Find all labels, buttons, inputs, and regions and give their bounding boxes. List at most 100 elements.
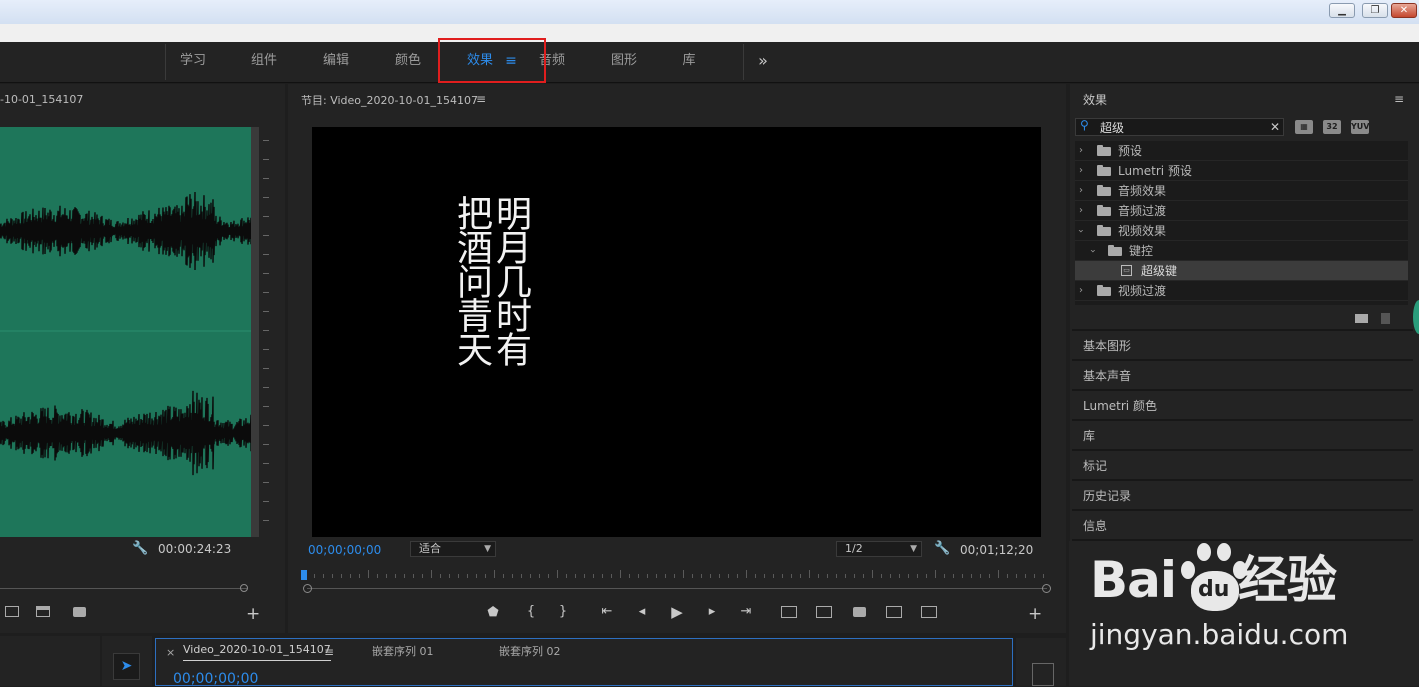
effects-search-input[interactable]	[1100, 119, 1265, 135]
playhead[interactable]	[301, 570, 307, 580]
camera-icon[interactable]	[73, 607, 86, 617]
delete-icon[interactable]	[1381, 313, 1390, 324]
ruler-tick	[1016, 574, 1017, 578]
add-button[interactable]: +	[246, 604, 260, 624]
new-bin-icon[interactable]	[1355, 314, 1368, 323]
waveform-scrollbar[interactable]	[251, 127, 259, 537]
yuv-effects-icon[interactable]: YUV	[1351, 120, 1369, 134]
program-settings-icon[interactable]: 🔧	[934, 541, 950, 556]
ruler-tick	[656, 574, 657, 578]
tree-item-audio-transitions[interactable]: › 音频过渡	[1075, 201, 1408, 221]
workspace-overflow-icon[interactable]: »	[753, 42, 773, 82]
program-zoom-track[interactable]	[307, 588, 1047, 589]
video-preview[interactable]	[312, 127, 1041, 537]
section-lumetri-color[interactable]: Lumetri 颜色	[1072, 389, 1413, 419]
workspace-tab-graphics[interactable]: 图形	[596, 42, 652, 82]
timeline-timecode[interactable]: 00;00;00;00	[173, 671, 258, 687]
program-menu-icon[interactable]: ≡	[476, 92, 486, 106]
workspace-tab-learn[interactable]: 学习	[165, 42, 221, 82]
ruler-tick	[755, 574, 756, 578]
add-marker-icon[interactable]: ⬟	[484, 605, 502, 620]
play-icon[interactable]: ▶	[668, 603, 686, 621]
ruler-tick	[485, 574, 486, 578]
mark-out-icon[interactable]: }	[554, 604, 572, 619]
side-handle[interactable]	[1413, 300, 1419, 334]
ruler-tick	[638, 574, 639, 578]
comparison-view-icon[interactable]	[886, 606, 902, 618]
program-zoom-handle-left[interactable]	[303, 584, 312, 593]
tree-item-lumetri-presets[interactable]: › Lumetri 预设	[1075, 161, 1408, 181]
tree-item-video-transitions[interactable]: › 视频过渡	[1075, 281, 1408, 301]
meter-tick	[263, 159, 269, 160]
lift-icon[interactable]	[781, 606, 797, 618]
timeline-tab-nested-02[interactable]: 嵌套序列 02	[499, 643, 561, 659]
ruler-tick	[341, 574, 342, 578]
mark-in-icon[interactable]: {	[522, 604, 540, 619]
clear-search-icon[interactable]: ✕	[1270, 120, 1280, 134]
ruler-tick	[800, 574, 801, 578]
timeline-tab-nested-01[interactable]: 嵌套序列 01	[372, 643, 434, 659]
resolution-dropdown[interactable]: 1/2 ▼	[836, 541, 922, 557]
section-essential-sound[interactable]: 基本声音	[1072, 359, 1413, 389]
program-current-timecode[interactable]: 00;00;00;00	[308, 543, 381, 557]
ruler-tick	[692, 574, 693, 578]
tree-item-video-effects[interactable]: › 视频效果	[1075, 221, 1408, 241]
meter-tick	[263, 463, 269, 464]
timeline-tab-video[interactable]: Video_2020-10-01_154107	[183, 643, 331, 661]
export-frame-icon[interactable]	[36, 606, 50, 617]
meter-tick	[263, 235, 269, 236]
effects-menu-icon[interactable]: ≡	[1394, 92, 1404, 106]
meter-tick	[263, 178, 269, 179]
accelerated-effects-icon[interactable]: ▦	[1295, 120, 1313, 134]
source-settings-icon[interactable]: 🔧	[132, 541, 148, 556]
close-window-button[interactable]: ✕	[1391, 3, 1417, 18]
meter-tick	[263, 501, 269, 502]
step-back-icon[interactable]: ◂	[633, 604, 651, 619]
chevron-down-icon: ›	[1075, 229, 1086, 233]
source-scrubber-track[interactable]	[0, 588, 247, 589]
workspace-tab-color[interactable]: 颜色	[380, 42, 436, 82]
selection-tool-icon[interactable]: ➤	[113, 653, 140, 680]
workspace-tab-editing[interactable]: 编辑	[308, 42, 364, 82]
share-icon[interactable]	[921, 606, 937, 618]
ruler-tick	[827, 574, 828, 578]
audio-waveform[interactable]	[0, 127, 251, 537]
meter-tick	[263, 368, 269, 369]
tree-item-audio-effects[interactable]: › 音频效果	[1075, 181, 1408, 201]
program-time-ruler[interactable]	[305, 570, 1047, 582]
fit-dropdown[interactable]: 适合 ▼	[410, 541, 496, 557]
go-to-in-icon[interactable]: ⇤	[598, 604, 616, 619]
insert-icon[interactable]	[5, 606, 19, 617]
timeline-tab-close-icon[interactable]: ×	[166, 646, 175, 659]
program-panel-title[interactable]: 节目: Video_2020-10-01_154107	[301, 92, 478, 108]
tree-item-ultra-key[interactable]: ▭ 超级键	[1075, 261, 1408, 281]
source-panel-title[interactable]: -10-01_154107	[0, 93, 83, 106]
section-history[interactable]: 历史记录	[1072, 479, 1413, 509]
program-zoom-handle-right[interactable]	[1042, 584, 1051, 593]
tree-item-presets[interactable]: › 预设	[1075, 141, 1408, 161]
ruler-tick	[530, 574, 531, 578]
add-button[interactable]: +	[1028, 604, 1042, 624]
workspace-tab-assembly[interactable]: 组件	[236, 42, 292, 82]
minimize-button[interactable]: ▁	[1329, 3, 1355, 18]
waveform-graphic	[0, 191, 251, 476]
source-zoom-handle[interactable]	[240, 584, 248, 592]
effects-panel-title[interactable]: 效果	[1083, 91, 1107, 108]
extract-icon[interactable]	[816, 606, 832, 618]
section-essential-graphics[interactable]: 基本图形	[1072, 329, 1413, 359]
step-forward-icon[interactable]: ▸	[703, 604, 721, 619]
tree-item-label: 视频过渡	[1118, 284, 1167, 298]
restore-button[interactable]: ❐	[1362, 3, 1388, 18]
ruler-tick	[494, 570, 495, 578]
ruler-tick	[836, 574, 837, 578]
tree-item-keying[interactable]: › 键控	[1075, 241, 1408, 261]
32bit-effects-icon[interactable]: 32	[1323, 120, 1341, 134]
go-to-out-icon[interactable]: ⇥	[737, 604, 755, 619]
timeline-menu-icon[interactable]: ≡	[324, 645, 334, 659]
workspace-tab-libraries[interactable]: 库	[661, 42, 717, 82]
section-markers[interactable]: 标记	[1072, 449, 1413, 479]
section-libraries[interactable]: 库	[1072, 419, 1413, 449]
camera-icon[interactable]	[853, 607, 866, 617]
source-duration-timecode: 00:00:24:23	[158, 542, 232, 556]
tree-item-label: 音频效果	[1118, 184, 1167, 198]
